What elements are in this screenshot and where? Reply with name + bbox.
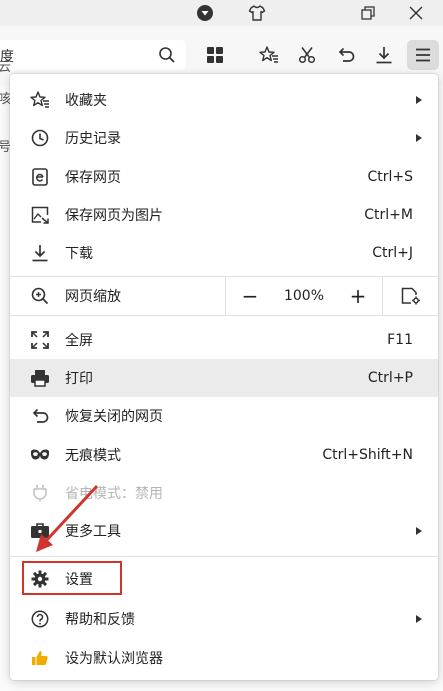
annotation-arrow-icon [36,484,99,552]
